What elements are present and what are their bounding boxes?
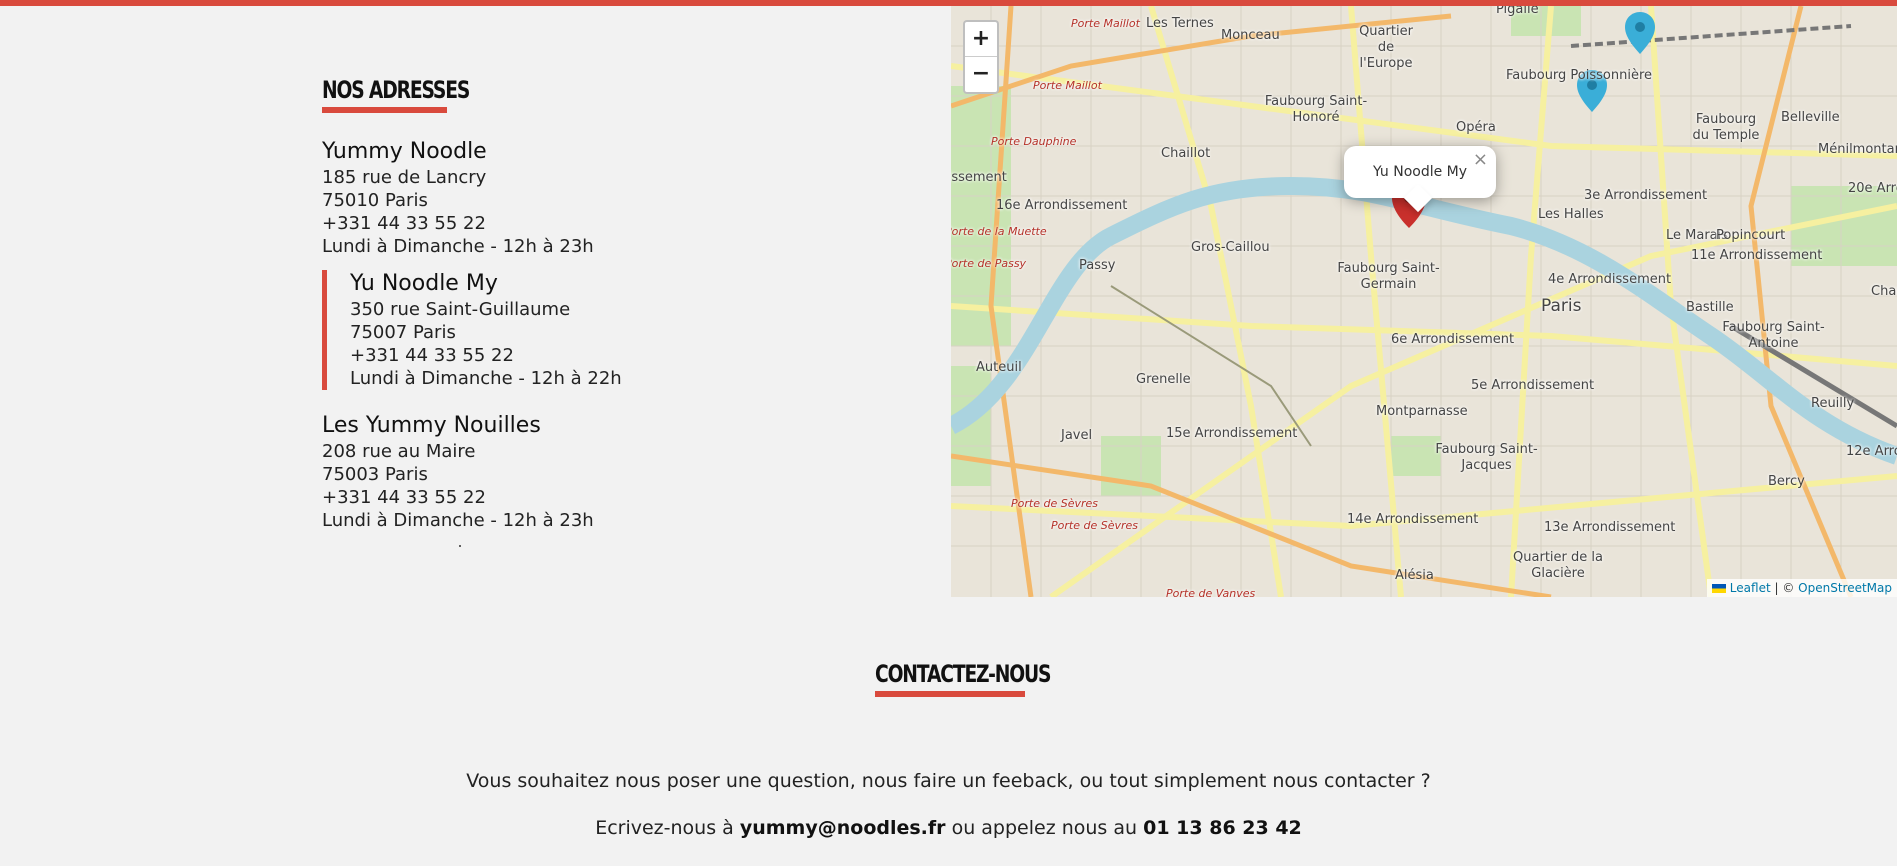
popup-close-button[interactable]: ×: [1473, 134, 1488, 186]
contact-title-underline: [875, 691, 1025, 697]
map-label: Paris: [1541, 296, 1582, 316]
contact-prefix: Ecrivez-nous à: [595, 817, 740, 839]
zoom-out-button[interactable]: −: [965, 57, 997, 92]
attribution-separator: | ©: [1770, 581, 1799, 595]
map-label: Les Halles: [1538, 207, 1604, 222]
addresses-title: NOS ADRESSES: [322, 76, 470, 104]
contact-title: CONTACTEZ-NOUS: [875, 660, 1051, 688]
map-label: Bastille: [1686, 300, 1734, 315]
address-city: 75010 Paris: [322, 190, 428, 211]
map-label: Faubourg Saint-Germain: [1337, 261, 1440, 292]
map-label: Ménilmontant: [1818, 142, 1897, 157]
contact-middle: ou appelez nous au: [945, 817, 1144, 839]
address-city: 75007 Paris: [350, 322, 456, 343]
address-hours: Lundi à Dimanche - 12h à 23h: [322, 510, 594, 531]
map-label: 12e Arrondi: [1846, 444, 1897, 459]
openstreetmap-link[interactable]: OpenStreetMap: [1798, 581, 1892, 595]
map-label: 3e Arrondissement: [1584, 188, 1708, 203]
map-label: Faubourg Saint-Honoré: [1264, 94, 1368, 125]
address-phone: +331 44 33 55 22: [322, 487, 486, 508]
map-label: 13e Arrondissement: [1544, 520, 1676, 535]
address-card-2-active[interactable]: Yu Noodle My 350 rue Saint-Guillaume 750…: [322, 270, 622, 390]
list-end-dot: [459, 545, 461, 547]
map-label: Auteuil: [976, 360, 1022, 375]
address-street: 208 rue au Maire: [322, 441, 476, 462]
addresses-title-underline: [322, 107, 447, 113]
map-label: Bercy: [1768, 474, 1805, 489]
map-label-porte: Porte de la Muette: [951, 225, 1047, 238]
address-city: 75003 Paris: [322, 464, 428, 485]
map[interactable]: Les Ternes Monceau Quartier de l'Europe …: [951, 6, 1897, 597]
address-name: Yu Noodle My: [350, 271, 498, 296]
map-label: Alésia: [1395, 568, 1434, 583]
map-label: Pigalle: [1496, 6, 1539, 17]
address-phone: +331 44 33 55 22: [322, 213, 486, 234]
ukraine-flag-icon: [1711, 584, 1726, 593]
map-label: Montparnasse: [1376, 404, 1468, 419]
map-label-porte: Porte Maillot: [1071, 17, 1140, 30]
map-label: 11e Arrondissement: [1691, 248, 1823, 263]
map-popup: Yu Noodle My ×: [1344, 146, 1496, 213]
map-label: 4e Arrondissement: [1548, 272, 1672, 287]
map-label: Passy: [1079, 258, 1116, 273]
map-label-porte: Porte de Sèvres: [1011, 497, 1098, 510]
map-label: Faubourg du Temple: [1692, 112, 1760, 143]
map-label: 14e Arrondissement: [1347, 512, 1479, 527]
map-label: Char: [1871, 284, 1897, 299]
address-street: 350 rue Saint-Guillaume: [350, 299, 571, 320]
map-label: 20e Arro: [1848, 181, 1897, 196]
address-phone: +331 44 33 55 22: [350, 345, 514, 366]
map-label: Les Ternes: [1146, 16, 1214, 31]
map-label: Grenelle: [1136, 372, 1191, 387]
map-label: 6e Arrondissement: [1391, 332, 1515, 347]
address-hours: Lundi à Dimanche - 12h à 22h: [350, 368, 622, 389]
address-card-3[interactable]: Les Yummy Nouilles 208 rue au Maire 7500…: [322, 412, 594, 532]
map-label: 5e Arrondissement: [1471, 378, 1595, 393]
contact-phone[interactable]: 01 13 86 23 42: [1143, 817, 1302, 839]
map-attribution: Leaflet | © OpenStreetMap: [1706, 579, 1897, 597]
map-label: Monceau: [1221, 28, 1280, 43]
contact-line: Ecrivez-nous à yummy@noodles.fr ou appel…: [0, 817, 1897, 839]
leaflet-link[interactable]: Leaflet: [1730, 581, 1771, 595]
contact-email-link[interactable]: yummy@noodles.fr: [740, 817, 946, 839]
map-label-porte: Porte Maillot: [1033, 79, 1102, 92]
zoom-control: + −: [963, 20, 999, 94]
map-label: Ondissement: [951, 170, 1007, 185]
map-label: Faubourg Saint-Antoine: [1722, 320, 1825, 351]
address-street: 185 rue de Lancry: [322, 167, 487, 188]
popup-text: Yu Noodle My: [1372, 164, 1468, 180]
map-label-porte: Porte Dauphine: [991, 135, 1077, 148]
map-label: 16e Arrondissement: [996, 198, 1128, 213]
map-label: Belleville: [1781, 110, 1840, 125]
address-name: Yummy Noodle: [322, 139, 487, 164]
map-label-porte: Porte de Vanves: [1166, 587, 1256, 597]
map-label-porte: Porte de Passy: [951, 257, 1027, 270]
map-label: 15e Arrondissement: [1166, 426, 1298, 441]
map-label: Popincourt: [1716, 228, 1786, 243]
map-label: Faubourg Poissonnière: [1506, 68, 1653, 83]
address-card-1[interactable]: Yummy Noodle 185 rue de Lancry 75010 Par…: [322, 138, 594, 258]
zoom-in-button[interactable]: +: [965, 22, 997, 57]
address-hours: Lundi à Dimanche - 12h à 23h: [322, 236, 594, 257]
map-label: Gros-Caillou: [1191, 240, 1270, 255]
contact-intro-text: Vous souhaitez nous poser une question, …: [466, 770, 1431, 792]
map-label-porte: Porte de Sèvres: [1051, 519, 1138, 532]
map-label: Reuilly: [1811, 396, 1855, 411]
map-label: Faubourg Saint-Jacques: [1435, 442, 1538, 473]
map-label: Chaillot: [1161, 146, 1211, 161]
map-label: Javel: [1061, 428, 1093, 443]
map-label: Quartier de l'Europe: [1359, 24, 1413, 71]
map-label: Quartier de la Glacière: [1513, 550, 1603, 581]
address-name: Les Yummy Nouilles: [322, 413, 541, 438]
